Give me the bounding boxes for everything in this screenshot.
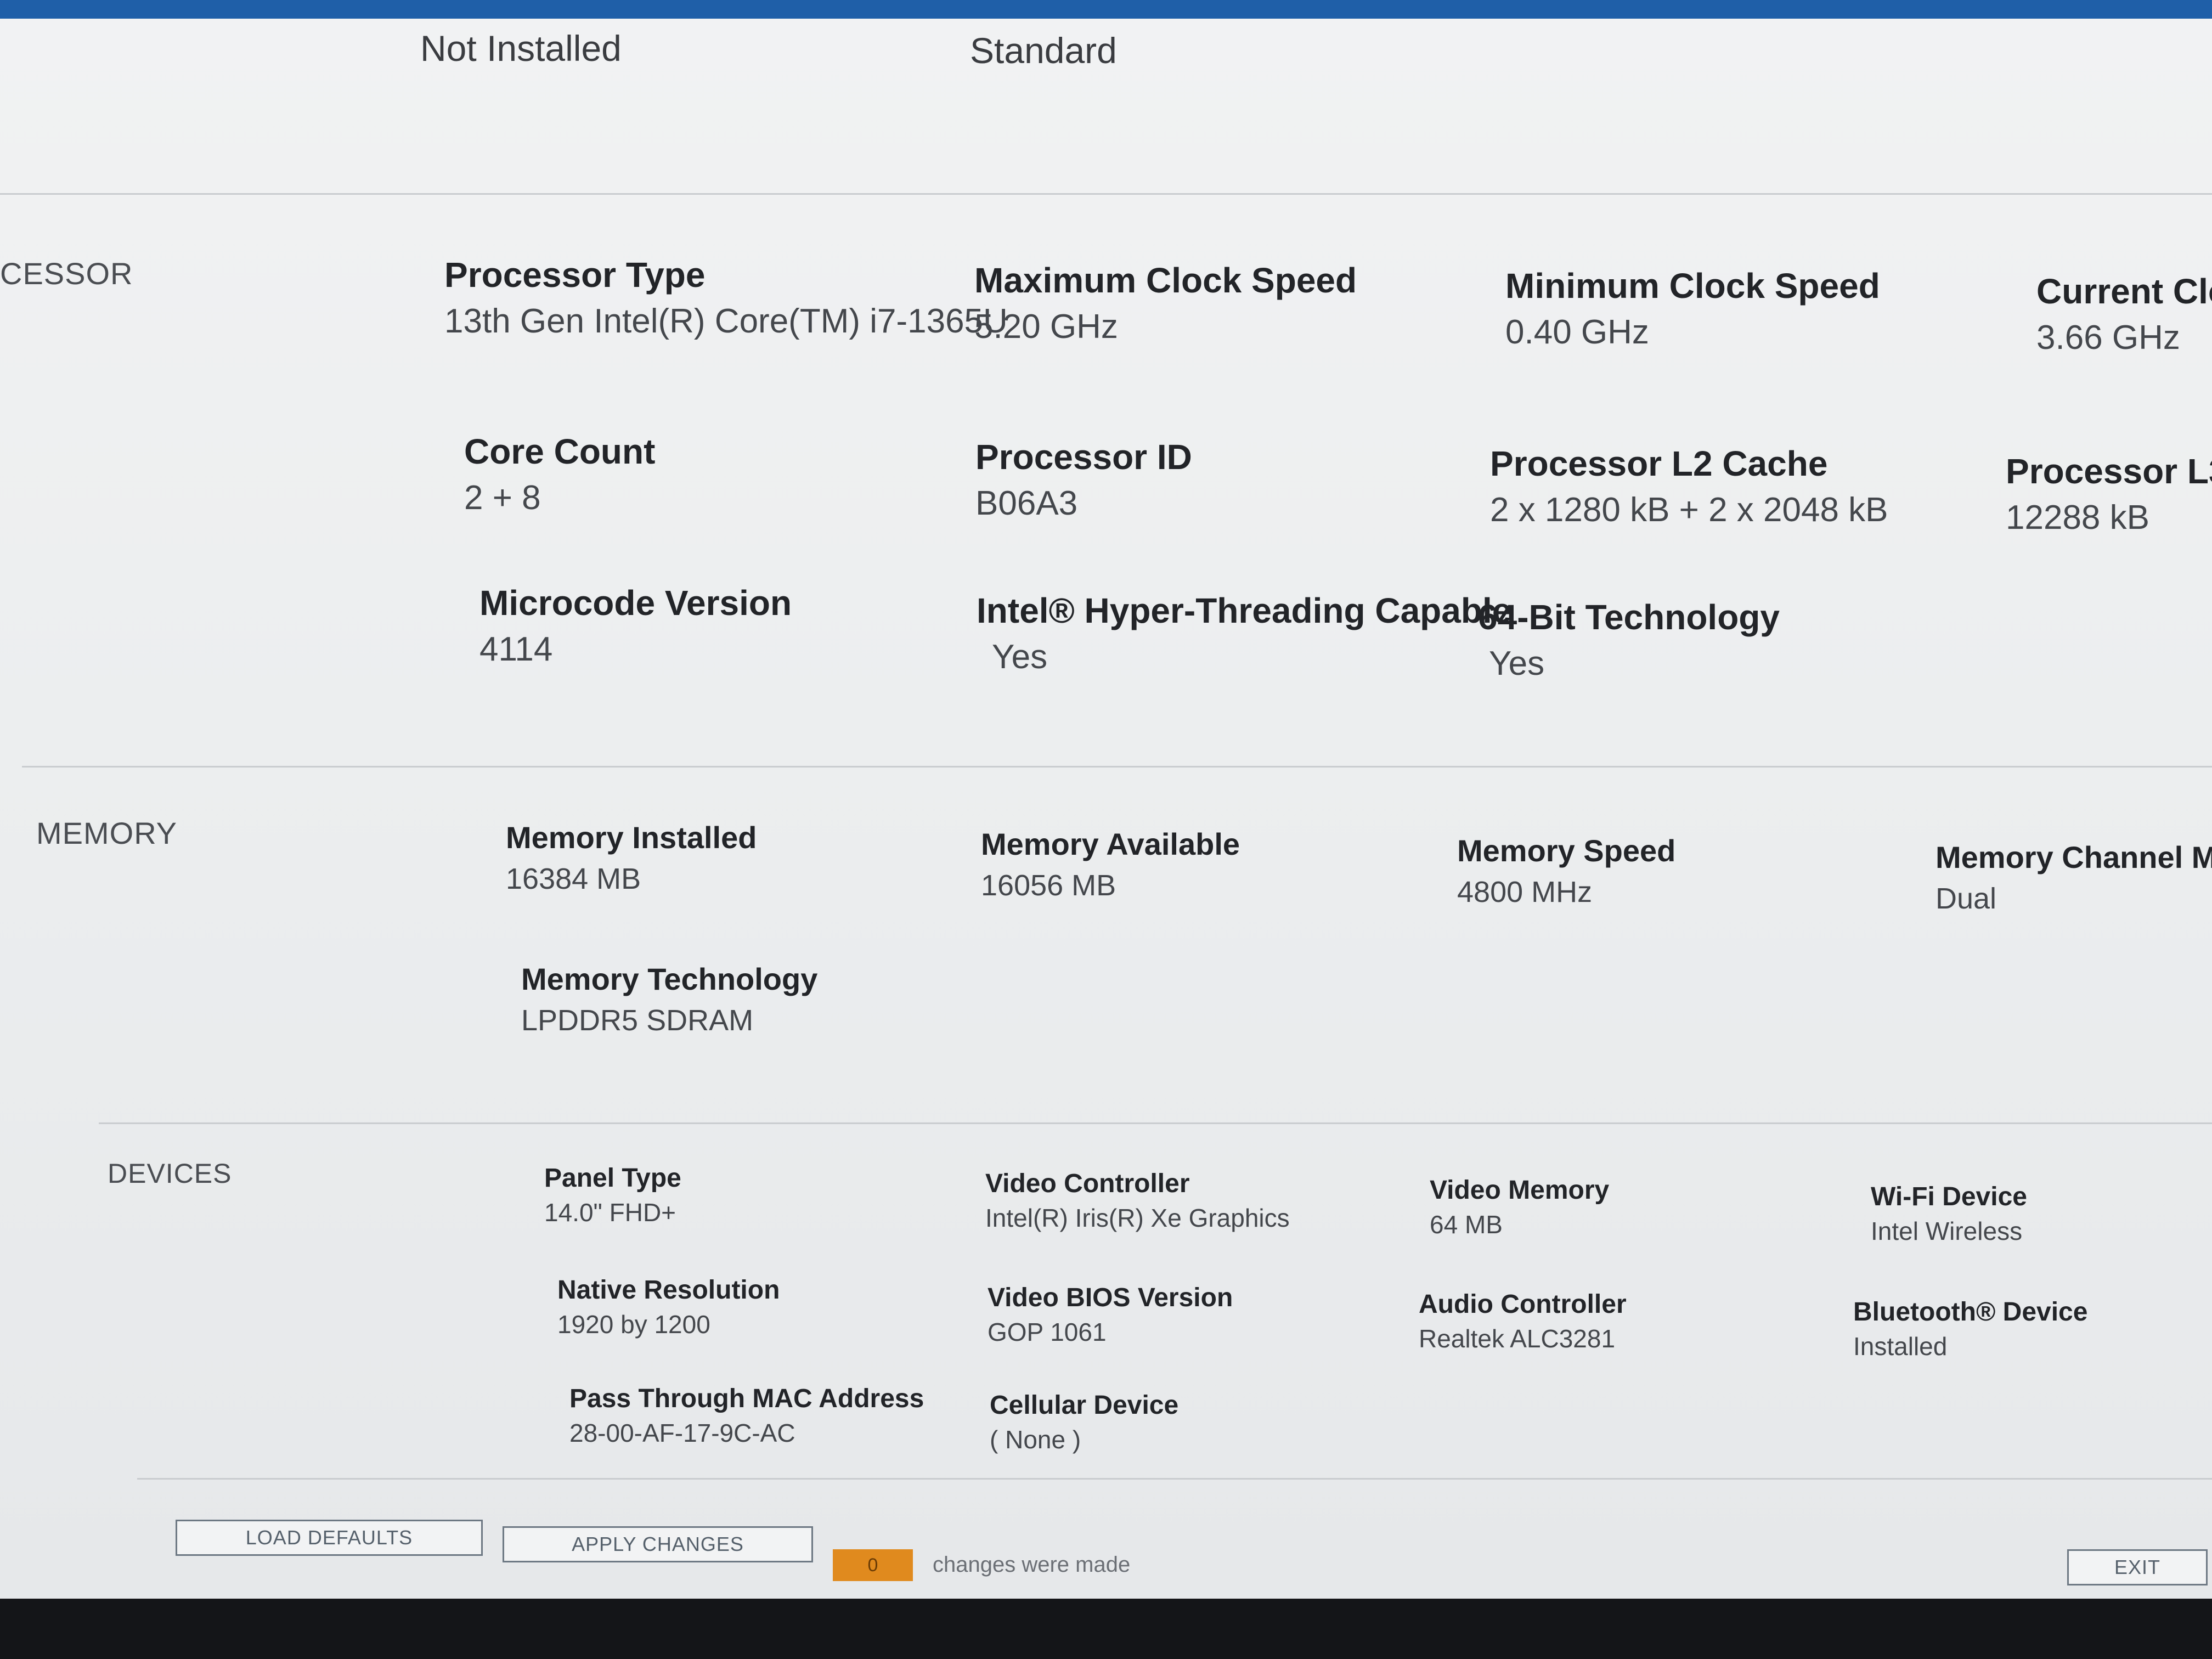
processor-id-field: Processor ID B06A3 [975, 437, 1192, 523]
wifi-device-field: Wi-Fi Device Intel Wireless [1871, 1182, 2027, 1246]
field-value: Installed [1853, 1332, 1948, 1361]
hyper-threading-field: Intel® Hyper-Threading Capable Yes [977, 590, 1511, 676]
memory-speed-field: Memory Speed 4800 MHz [1457, 833, 1675, 909]
field-label: Video BIOS Version [988, 1283, 1233, 1312]
current-clock-speed-field: Current Cloc 3.66 GHz [2036, 271, 2212, 357]
system-information-screen: Not Installed Standard CESSOR Processor … [0, 19, 2212, 1599]
field-label: Pass Through MAC Address [569, 1384, 924, 1413]
max-clock-speed-field: Maximum Clock Speed 5.20 GHz [974, 260, 1357, 346]
field-label: Cellular Device [990, 1391, 1179, 1420]
load-defaults-button[interactable]: LOAD DEFAULTS [176, 1520, 483, 1556]
field-value: ( None ) [990, 1425, 1081, 1454]
memory-section-label: MEMORY [36, 816, 177, 850]
native-resolution-field: Native Resolution 1920 by 1200 [557, 1275, 780, 1339]
field-value: 0.40 GHz [1505, 313, 1649, 351]
video-memory-field: Video Memory 64 MB [1430, 1175, 1609, 1239]
field-label: Memory Technology [521, 962, 818, 996]
video-bios-version-field: Video BIOS Version GOP 1061 [988, 1283, 1233, 1347]
changes-count-badge: 0 [833, 1549, 913, 1581]
field-value: Intel(R) Iris(R) Xe Graphics [985, 1204, 1290, 1232]
section-divider [0, 193, 2212, 195]
field-label: Memory Installed [506, 820, 757, 855]
field-value: 28-00-AF-17-9C-AC [569, 1419, 795, 1447]
field-label: Wi-Fi Device [1871, 1182, 2027, 1211]
field-label: Processor Type [444, 255, 706, 295]
section-divider [99, 1122, 2212, 1124]
field-label: Microcode Version [479, 583, 792, 623]
exit-button[interactable]: EXIT [2067, 1549, 2208, 1585]
video-controller-field: Video Controller Intel(R) Iris(R) Xe Gra… [985, 1169, 1290, 1233]
field-value: Intel Wireless [1871, 1217, 2023, 1245]
processor-type-field: Processor Type 13th Gen Intel(R) Core(TM… [444, 255, 1008, 341]
field-label: Maximum Clock Speed [974, 261, 1357, 300]
field-value: 13th Gen Intel(R) Core(TM) i7-1365U [444, 302, 1008, 340]
field-label: Memory Speed [1457, 833, 1676, 868]
memory-channel-mode-field: Memory Channel Moc Dual [1936, 839, 2212, 916]
field-value: 4800 MHz [1457, 876, 1593, 909]
audio-controller-field: Audio Controller Realtek ALC3281 [1419, 1289, 1627, 1353]
memory-technology-field: Memory Technology LPDDR5 SDRAM [521, 961, 817, 1037]
devices-section-label: DEVICES [108, 1158, 232, 1189]
core-count-field: Core Count 2 + 8 [464, 431, 655, 517]
field-label: Bluetooth® Device [1853, 1297, 2088, 1327]
microcode-version-field: Microcode Version 4114 [479, 583, 792, 669]
panel-type-field: Panel Type 14.0" FHD+ [544, 1163, 681, 1227]
apply-changes-button[interactable]: APPLY CHANGES [503, 1526, 813, 1562]
field-label: Panel Type [544, 1164, 681, 1193]
title-bar [0, 0, 2212, 19]
field-label: Audio Controller [1419, 1290, 1627, 1319]
field-label: Core Count [464, 432, 656, 471]
field-label: Memory Available [981, 827, 1240, 861]
field-value: 5.20 GHz [974, 308, 1118, 346]
processor-section-label: CESSOR [0, 256, 133, 291]
memory-available-field: Memory Available 16056 MB [981, 826, 1240, 902]
footer-divider [137, 1478, 2212, 1480]
field-label: Minimum Clock Speed [1505, 266, 1880, 306]
field-value: 4114 [479, 630, 553, 668]
field-label: Processor L3 C [2006, 452, 2212, 491]
field-value: 2 x 1280 kB + 2 x 2048 kB [1490, 491, 1888, 529]
field-label: Memory Channel Moc [1936, 840, 2212, 874]
field-value: 16056 MB [981, 869, 1116, 902]
field-label: Current Cloc [2036, 272, 2212, 311]
field-label: Video Controller [985, 1169, 1190, 1198]
previous-row-value-1: Not Installed [420, 28, 622, 69]
field-value: 12288 kB [2006, 499, 2149, 537]
min-clock-speed-field: Minimum Clock Speed 0.40 GHz [1505, 266, 1880, 352]
field-label: 64-Bit Technology [1478, 597, 1780, 637]
field-value: 2 + 8 [464, 479, 541, 517]
field-value: LPDDR5 SDRAM [521, 1004, 754, 1037]
memory-installed-field: Memory Installed 16384 MB [506, 820, 757, 896]
processor-l2-cache-field: Processor L2 Cache 2 x 1280 kB + 2 x 204… [1490, 443, 1888, 529]
field-value: GOP 1061 [988, 1318, 1107, 1346]
field-value: 64 MB [1430, 1210, 1503, 1239]
64-bit-technology-field: 64-Bit Technology Yes [1478, 597, 1780, 683]
field-label: Intel® Hyper-Threading Capable [977, 591, 1512, 630]
section-divider [22, 766, 2212, 768]
pass-through-mac-field: Pass Through MAC Address 28-00-AF-17-9C-… [569, 1384, 924, 1448]
field-value: Yes [1489, 645, 1545, 682]
monitor-bezel [0, 1599, 2212, 1659]
processor-l3-cache-field: Processor L3 C 12288 kB [2006, 451, 2212, 537]
field-value: Realtek ALC3281 [1419, 1324, 1616, 1353]
field-label: Native Resolution [557, 1276, 780, 1305]
field-value: 16384 MB [506, 862, 641, 895]
field-label: Video Memory [1430, 1176, 1610, 1205]
field-value: 3.66 GHz [2036, 319, 2180, 357]
field-label: Processor L2 Cache [1490, 444, 1828, 483]
bluetooth-device-field: Bluetooth® Device Installed [1853, 1297, 2087, 1361]
previous-row-value-2: Standard [970, 30, 1117, 71]
field-value: Yes [992, 638, 1048, 676]
cellular-device-field: Cellular Device ( None ) [990, 1390, 1178, 1454]
field-value: B06A3 [975, 484, 1078, 522]
changes-status-text: changes were made [933, 1553, 1131, 1577]
field-value: 14.0" FHD+ [544, 1198, 676, 1227]
field-label: Processor ID [975, 437, 1192, 477]
field-value: Dual [1936, 882, 1997, 915]
field-value: 1920 by 1200 [557, 1310, 710, 1339]
